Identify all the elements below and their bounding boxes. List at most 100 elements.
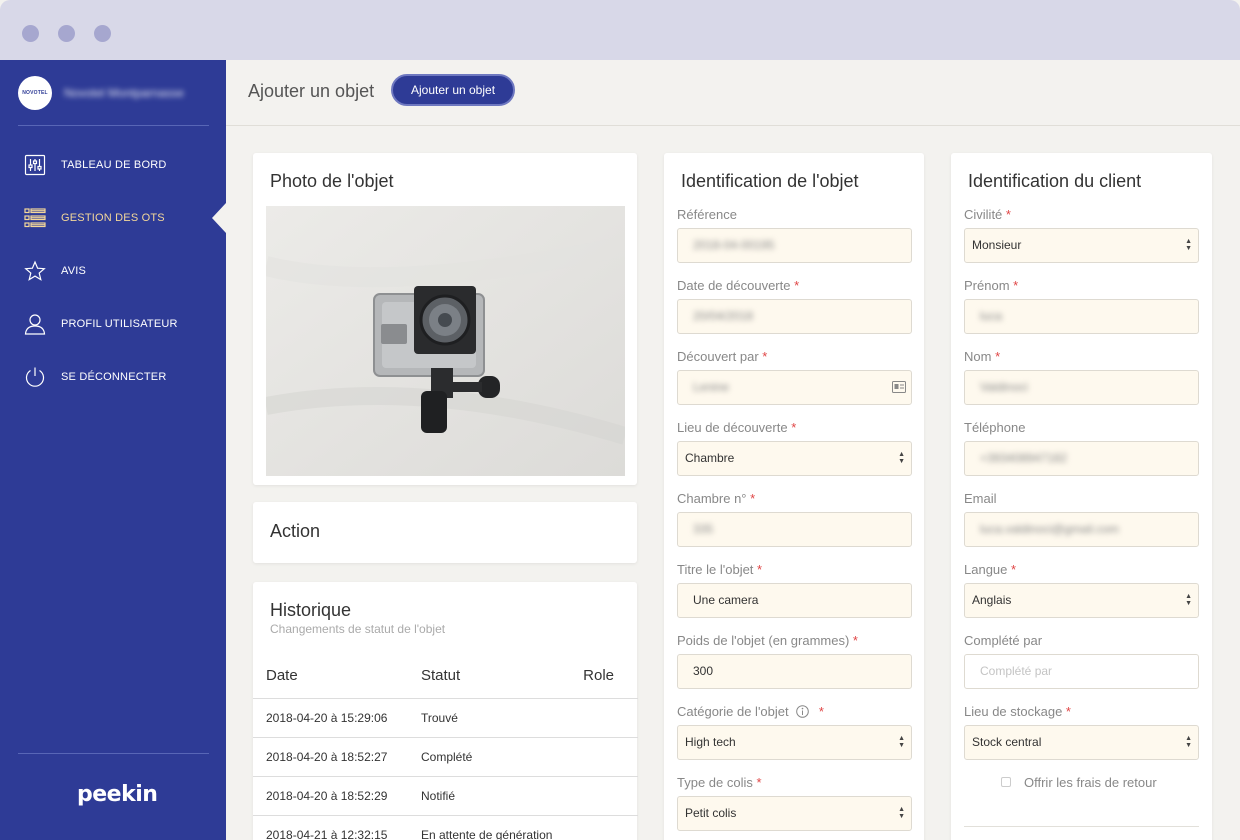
select-caret-icon: ▲ ▼ (1185, 238, 1192, 252)
package-type-label: Type de colis * (677, 775, 762, 790)
discovery-date-field[interactable]: 20/04/2018 (677, 299, 912, 334)
phone-label: Téléphone (964, 420, 1026, 435)
object-weight-field[interactable]: 300 (677, 654, 912, 689)
row-date: 2018-04-21 à 12:32:15 (253, 815, 408, 840)
sidebar-divider (18, 753, 209, 754)
sidebar-item-label: SE DÉCONNECTER (61, 370, 167, 383)
photo-card: Photo de l'objet (253, 153, 637, 485)
history-card: Historique Changements de statut de l'ob… (253, 582, 638, 840)
card-divider (964, 826, 1199, 827)
object-category-label: Catégorie de l'objet * (677, 704, 824, 719)
discovery-date-label: Date de découverte * (677, 278, 800, 293)
select-caret-icon: ▲ ▼ (1185, 593, 1192, 607)
select-caret-icon: ▲ ▼ (898, 451, 905, 465)
lastname-label: Nom * (964, 349, 1001, 364)
sidebar-item-ots-management[interactable]: GESTION DES OTS (0, 191, 226, 244)
reference-label: Référence (677, 207, 737, 222)
column-header-status: Statut (408, 654, 568, 699)
row-role (568, 698, 638, 738)
sliders-icon (24, 154, 46, 176)
completed-by-field[interactable]: Complété par (964, 654, 1199, 689)
star-icon (24, 259, 46, 282)
language-label: Langue * (964, 562, 1017, 577)
column-header-date: Date (253, 654, 408, 699)
object-weight-label: Poids de l'objet (en grammes) * (677, 633, 858, 648)
table-row: 2018-04-20 à 15:29:06 Trouvé (253, 698, 638, 738)
civility-select[interactable]: Monsieur ▲ ▼ (964, 228, 1199, 263)
window-titlebar (0, 0, 1240, 60)
object-title-label: Titre le l'objet * (677, 562, 763, 577)
language-select[interactable]: Anglais ▲ ▼ (964, 583, 1199, 618)
add-object-button[interactable]: Ajouter un objet (391, 74, 515, 106)
list-icon (24, 207, 46, 229)
discovery-place-select[interactable]: Chambre ▲ ▼ (677, 441, 912, 476)
table-row: 2018-04-21 à 12:32:15 En attente de géné… (253, 815, 638, 840)
row-date: 2018-04-20 à 18:52:29 (253, 776, 408, 816)
object-title-field[interactable]: Une camera (677, 583, 912, 618)
room-number-label: Chambre n° * (677, 491, 756, 506)
window-close-dot[interactable] (22, 25, 39, 42)
storage-label: Lieu de stockage * (964, 704, 1071, 719)
window-maximize-dot[interactable] (94, 25, 111, 42)
card-title: Historique (270, 600, 352, 620)
firstname-field[interactable]: luca (964, 299, 1199, 334)
sidebar-nav: TABLEAU DE BORD GESTION DES OTS AVIS PRO… (0, 138, 226, 403)
sidebar-item-label: AVIS (61, 264, 87, 277)
discovery-place-label: Lieu de découverte * (677, 420, 797, 435)
sidebar-item-logout[interactable]: SE DÉCONNECTER (0, 350, 226, 403)
card-title: Identification de l'objet (681, 171, 859, 191)
offer-return-label: Offrir les frais de retour (1024, 775, 1157, 790)
card-subtitle: Changements de statut de l'objet (270, 622, 446, 636)
select-caret-icon: ▲ ▼ (898, 806, 905, 820)
room-number-field[interactable]: 335 (677, 512, 912, 547)
user-icon (24, 313, 46, 335)
column-header-role: Role (568, 654, 638, 699)
card-title: Action (270, 521, 321, 541)
history-table: Date Statut Role 2018-04-20 à 15:29:06 T… (253, 654, 638, 840)
select-caret-icon: ▲ ▼ (898, 735, 905, 749)
email-label: Email (964, 491, 997, 506)
row-role (568, 737, 638, 777)
logo-text: NOVOTEL (22, 90, 48, 96)
package-type-select[interactable]: Petit colis ▲ ▼ (677, 796, 912, 831)
civility-label: Civilité * (964, 207, 1011, 222)
info-icon[interactable] (796, 705, 810, 718)
object-category-select[interactable]: High tech ▲ ▼ (677, 725, 912, 760)
card-title: Identification du client (968, 171, 1142, 191)
table-row: 2018-04-20 à 18:52:29 Notifié (253, 776, 638, 816)
completed-by-label: Complété par (964, 633, 1043, 648)
sidebar-item-label: TABLEAU DE BORD (61, 158, 167, 171)
storage-select[interactable]: Stock central ▲ ▼ (964, 725, 1199, 760)
card-title: Photo de l'objet (270, 171, 394, 191)
sidebar-item-user-profile[interactable]: PROFIL UTILISATEUR (0, 297, 226, 350)
email-field[interactable]: luca.valdinoci@gmail.com (964, 512, 1199, 547)
power-icon (24, 366, 46, 388)
firstname-label: Prénom * (964, 278, 1019, 293)
sidebar-item-reviews[interactable]: AVIS (0, 244, 226, 297)
found-by-field[interactable]: Lenine (677, 370, 912, 405)
found-by-label: Découvert par * (677, 349, 768, 364)
phone-field[interactable]: +393408947182 (964, 441, 1199, 476)
hotel-name: Novotel Montparnasse (64, 86, 185, 100)
row-role (568, 815, 638, 840)
page-header: Ajouter un objet Ajouter un objet (226, 60, 1240, 126)
sidebar-item-dashboard[interactable]: TABLEAU DE BORD (0, 138, 226, 191)
sidebar-item-label: GESTION DES OTS (61, 211, 165, 224)
row-status: Trouvé (408, 698, 568, 738)
reference-field[interactable]: 2018-04-00195 (677, 228, 912, 263)
window-minimize-dot[interactable] (58, 25, 75, 42)
client-identification-card: Identification du client Civilité * Mons… (951, 153, 1212, 840)
object-photo[interactable] (266, 206, 625, 476)
sidebar: NOVOTEL Novotel Montparnasse TABLEAU DE … (0, 60, 226, 840)
row-status: En attente de génération (408, 815, 568, 840)
table-header-row: Date Statut Role (253, 654, 638, 699)
brand: NOVOTEL Novotel Montparnasse (18, 76, 184, 110)
lastname-field[interactable]: Valdinoci (964, 370, 1199, 405)
sidebar-divider (18, 125, 209, 126)
peekin-logo: peekin (77, 782, 158, 807)
row-date: 2018-04-20 à 15:29:06 (253, 698, 408, 738)
offer-return-checkbox[interactable] (1001, 777, 1011, 787)
row-role (568, 776, 638, 816)
row-status: Notifié (408, 776, 568, 816)
row-date: 2018-04-20 à 18:52:27 (253, 737, 408, 777)
